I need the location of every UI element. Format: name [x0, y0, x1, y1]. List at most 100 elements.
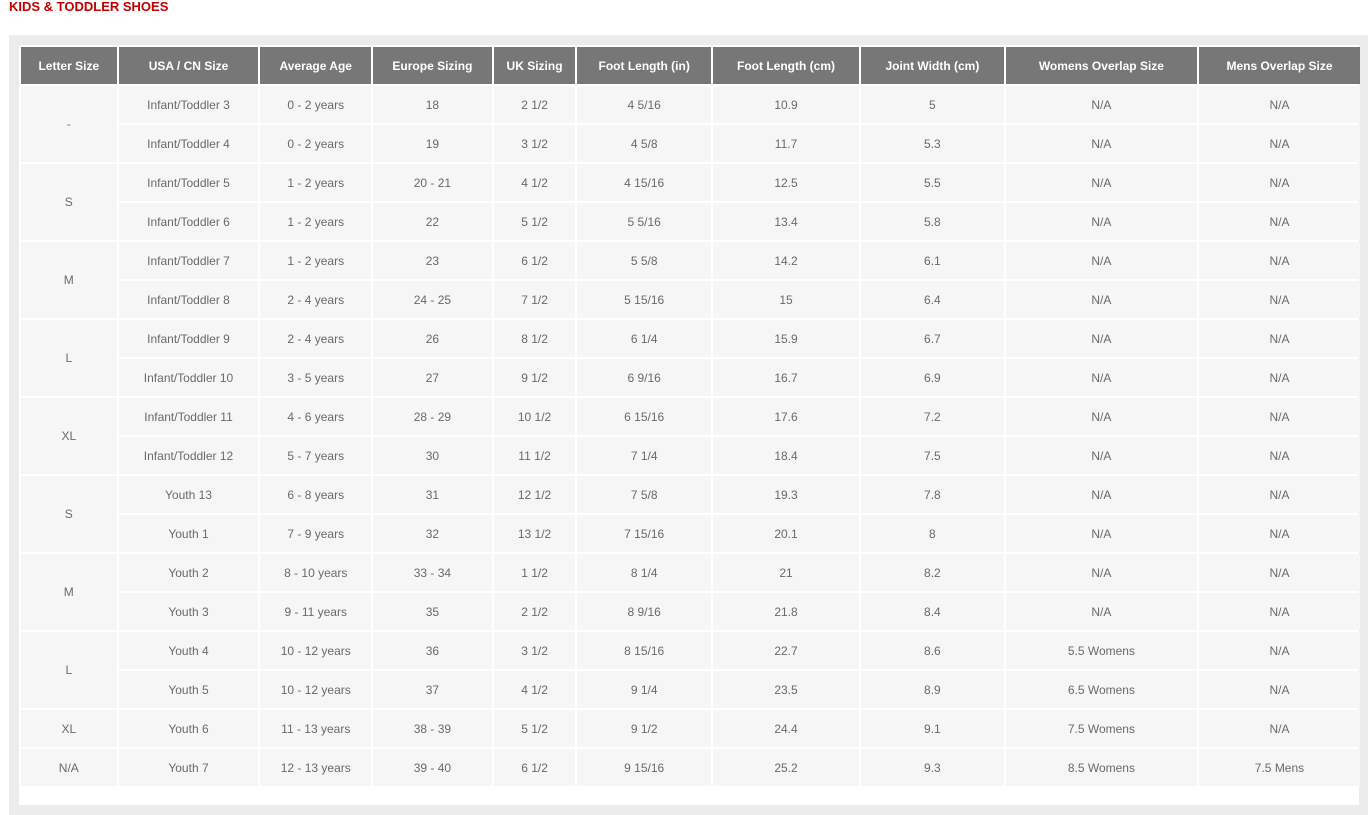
cell-average-age: 11 - 13 years — [260, 710, 372, 747]
cell-foot-length-in: 5 15/16 — [577, 281, 712, 318]
cell-foot-length-in: 6 15/16 — [577, 398, 712, 435]
cell-europe-sizing: 32 — [373, 515, 492, 552]
size-chart-panel: Letter Size USA / CN Size Average Age Eu… — [19, 45, 1360, 805]
cell-foot-length-cm: 14.2 — [713, 242, 859, 279]
cell-joint-width-cm: 6.1 — [860, 242, 1004, 279]
cell-average-age: 9 - 11 years — [260, 593, 372, 630]
cell-foot-length-cm: 25.2 — [713, 749, 859, 786]
cell-mens-overlap-size: N/A — [1198, 359, 1360, 396]
cell-joint-width-cm: 5.8 — [860, 203, 1004, 240]
table-row: XL Infant/Toddler 11 4 - 6 years 28 - 29 10 … — [21, 398, 1360, 474]
cell-foot-length-cm: 11.7 — [713, 125, 859, 162]
header-europe-sizing: Europe Sizing — [373, 47, 492, 84]
table-row: N/A Youth 7 12 - 13 years 39 - 40 6 1/2 9 15/… — [21, 749, 1360, 786]
table-row: L Infant/Toddler 92 - 4 years 26 8 1/2 6 1/4… — [21, 320, 1360, 396]
cell-joint-width-cm: 8 — [860, 515, 1004, 552]
cell-joint-width-cm: 6.7 — [860, 320, 1004, 357]
cell-letter-size: S — [21, 164, 117, 240]
table-row: XL Youth 6 11 - 13 years 38 - 39 5 1/2 9 1/2 2… — [21, 710, 1360, 747]
cell-foot-length-cm: 10.9 — [713, 86, 859, 123]
cell-letter-size: N/A — [21, 749, 117, 786]
cell-mens-overlap-size: N/A — [1198, 164, 1360, 201]
cell-womens-overlap-size: N/A — [1005, 593, 1197, 630]
cell-joint-width-cm: 9.1 — [860, 710, 1004, 747]
cell-europe-sizing: 22 — [373, 203, 492, 240]
header-usa-cn-size: USA / CN Size — [118, 47, 259, 84]
cell-europe-sizing: 38 - 39 — [373, 710, 492, 747]
cell-uk-sizing: 3 1/2 — [493, 632, 576, 669]
size-chart-frame: Letter Size USA / CN Size Average Age Eu… — [9, 35, 1368, 815]
cell-letter-size: L — [21, 632, 117, 708]
cell-uk-sizing: 8 1/2 — [493, 320, 576, 357]
cell-average-age: 4 - 6 years — [260, 398, 372, 435]
cell-joint-width-cm: 8.6 — [860, 632, 1004, 669]
cell-womens-overlap-size: N/A — [1005, 398, 1197, 435]
cell-foot-length-in: 8 15/16 — [577, 632, 712, 669]
cell-foot-length-cm: 23.5 — [713, 671, 859, 708]
cell-usa-cn-size: Youth 5 — [118, 671, 259, 708]
table-row: L Youth 4 10 - 12 years 36 3 1/2 8 15/16 22.7 8… — [21, 632, 1360, 708]
cell-mens-overlap-size: N/A — [1198, 476, 1360, 513]
cell-joint-width-cm: 7.2 — [860, 398, 1004, 435]
cell-womens-overlap-size: 7.5 Womens — [1005, 710, 1197, 747]
cell-womens-overlap-size: 6.5 Womens — [1005, 671, 1197, 708]
cell-mens-overlap-size: N/A — [1198, 242, 1360, 279]
table-row: Infant/Toddler 40 - 2 years 19 3 1/2 4 5/8 1… — [21, 125, 1360, 162]
cell-womens-overlap-size: N/A — [1005, 554, 1197, 591]
cell-uk-sizing: 7 1/2 — [493, 281, 576, 318]
cell-europe-sizing: 19 — [373, 125, 492, 162]
cell-foot-length-in: 5 5/8 — [577, 242, 712, 279]
cell-joint-width-cm: 5.3 — [860, 125, 1004, 162]
cell-mens-overlap-size: N/A — [1198, 86, 1360, 123]
page-title: KIDS & TODDLER SHOES — [9, 0, 169, 14]
header-mens-overlap-size: Mens Overlap Size — [1198, 47, 1360, 84]
table-row: Youth 17 - 9 years 32 13 1/2 7 15/16 20.1 8 N/… — [21, 515, 1360, 552]
cell-womens-overlap-size: N/A — [1005, 125, 1197, 162]
cell-uk-sizing: 10 1/2 — [493, 398, 576, 435]
cell-foot-length-cm: 21 — [713, 554, 859, 591]
cell-uk-sizing: 6 1/2 — [493, 749, 576, 786]
cell-womens-overlap-size: N/A — [1005, 476, 1197, 513]
header-row: Letter Size USA / CN Size Average Age Eu… — [21, 47, 1360, 84]
cell-average-age: 0 - 2 years — [260, 86, 372, 123]
cell-uk-sizing: 2 1/2 — [493, 593, 576, 630]
cell-womens-overlap-size: N/A — [1005, 437, 1197, 474]
cell-joint-width-cm: 8.2 — [860, 554, 1004, 591]
header-foot-length-cm: Foot Length (cm) — [713, 47, 859, 84]
cell-foot-length-in: 6 1/4 — [577, 320, 712, 357]
cell-foot-length-cm: 18.4 — [713, 437, 859, 474]
cell-foot-length-in: 9 1/4 — [577, 671, 712, 708]
cell-foot-length-in: 9 1/2 — [577, 710, 712, 747]
cell-average-age: 10 - 12 years — [260, 671, 372, 708]
cell-average-age: 1 - 2 years — [260, 242, 372, 279]
cell-foot-length-in: 7 1/4 — [577, 437, 712, 474]
cell-joint-width-cm: 6.4 — [860, 281, 1004, 318]
cell-uk-sizing: 5 1/2 — [493, 710, 576, 747]
cell-womens-overlap-size: N/A — [1005, 359, 1197, 396]
table-row: Infant/Toddler 12 5 - 7 years 30 11 1/2 7 1/… — [21, 437, 1360, 474]
cell-joint-width-cm: 7.5 — [860, 437, 1004, 474]
table-row: S Youth 13 6 - 8 years 31 12 1/2 7 5/8 19.3 7.8… — [21, 476, 1360, 552]
cell-foot-length-cm: 21.8 — [713, 593, 859, 630]
cell-europe-sizing: 35 — [373, 593, 492, 630]
cell-average-age: 1 - 2 years — [260, 203, 372, 240]
cell-foot-length-cm: 17.6 — [713, 398, 859, 435]
header-letter-size: Letter Size — [21, 47, 117, 84]
cell-europe-sizing: 18 — [373, 86, 492, 123]
cell-womens-overlap-size: N/A — [1005, 164, 1197, 201]
table-row: - Infant/Toddler 30 - 2 years 18 2 1/2 4 5/1… — [21, 86, 1360, 162]
cell-average-age: 0 - 2 years — [260, 125, 372, 162]
cell-usa-cn-size: Youth 1 — [118, 515, 259, 552]
table-row: Infant/Toddler 10 3 - 5 years 27 9 1/2 6 9/1… — [21, 359, 1360, 396]
cell-joint-width-cm: 8.9 — [860, 671, 1004, 708]
cell-usa-cn-size: Infant/Toddler 11 — [118, 398, 259, 435]
cell-usa-cn-size: Infant/Toddler 10 — [118, 359, 259, 396]
cell-mens-overlap-size: N/A — [1198, 281, 1360, 318]
cell-womens-overlap-size: N/A — [1005, 515, 1197, 552]
cell-foot-length-in: 4 15/16 — [577, 164, 712, 201]
cell-usa-cn-size: Infant/Toddler 6 — [118, 203, 259, 240]
cell-joint-width-cm: 9.3 — [860, 749, 1004, 786]
cell-usa-cn-size: Infant/Toddler 3 — [118, 86, 259, 123]
cell-womens-overlap-size: N/A — [1005, 86, 1197, 123]
cell-europe-sizing: 30 — [373, 437, 492, 474]
